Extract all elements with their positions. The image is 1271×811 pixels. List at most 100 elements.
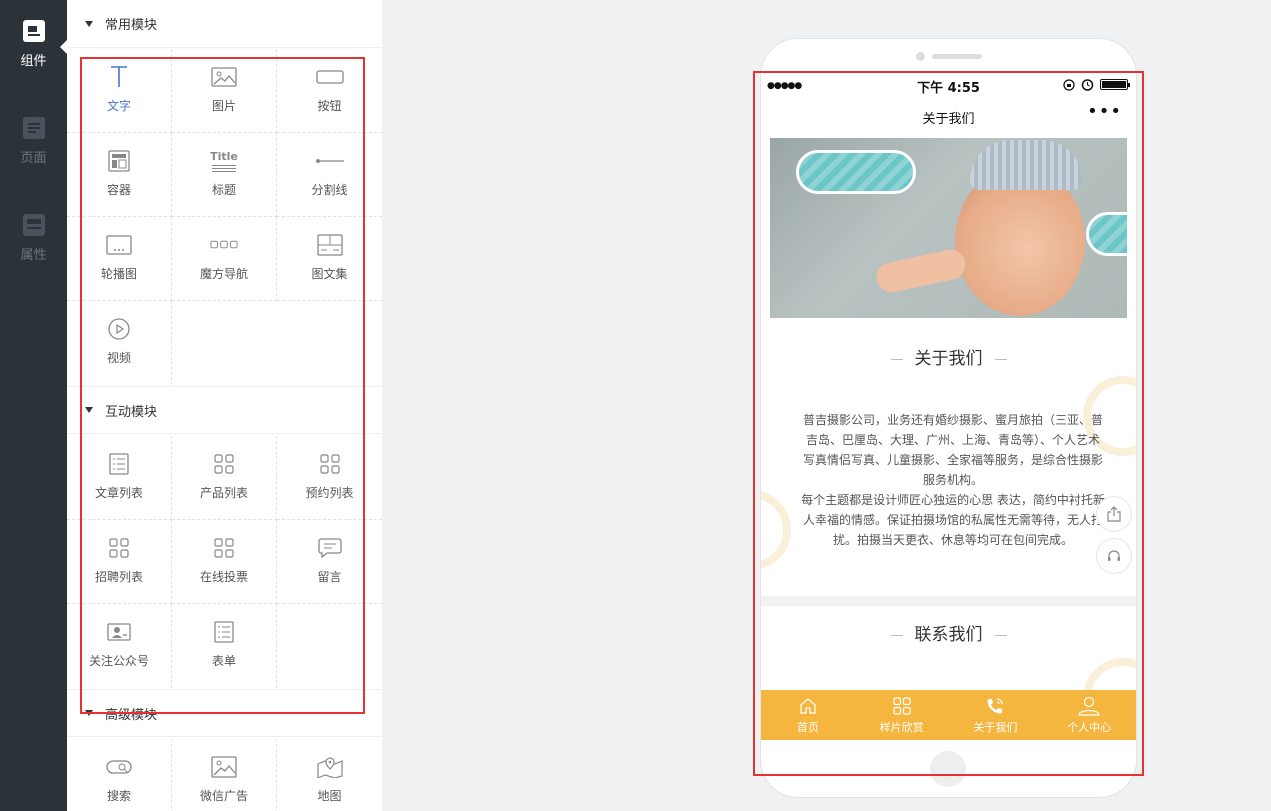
component-product-list[interactable]: 产品列表 — [172, 436, 277, 520]
nav-item-label: 页面 — [20, 151, 47, 166]
more-options-icon[interactable]: ••• — [1087, 101, 1122, 122]
phone-tabbar: 首页 样片欣赏 关于我们 个人中心 — [761, 690, 1136, 740]
nav-item-label: 属性 — [20, 248, 47, 263]
component-label: 视频 — [106, 351, 131, 365]
status-bar: ●●●●● 下午 4:55 — [761, 72, 1136, 98]
component-gallery[interactable]: 图文集 — [277, 217, 382, 301]
active-pointer — [60, 40, 67, 54]
phone-home-button — [930, 751, 966, 787]
component-label: 搜索 — [106, 789, 131, 803]
cloud-decoration — [796, 150, 916, 194]
component-booking-list[interactable]: 预约列表 — [277, 436, 382, 520]
cube-nav-icon — [210, 233, 238, 257]
common-module-grid: 文字 图片 按钮 容器 Title 标题 分割线 轮播图 魔方导航 图文集 视频 — [67, 49, 382, 385]
component-label: 文章列表 — [94, 486, 143, 500]
component-map[interactable]: 地图 — [277, 739, 382, 811]
carousel-icon — [105, 233, 133, 257]
component-text[interactable]: 文字 — [67, 49, 172, 133]
component-message[interactable]: 留言 — [277, 520, 382, 604]
vote-icon — [210, 536, 238, 560]
section-title: 常用模块 — [105, 18, 158, 33]
component-image[interactable]: 图片 — [172, 49, 277, 133]
headset-icon — [1108, 550, 1120, 561]
user-icon — [1078, 696, 1100, 716]
component-title[interactable]: Title 标题 — [172, 133, 277, 217]
component-form[interactable]: 表单 — [172, 604, 277, 688]
tab-label: 首页 — [796, 721, 819, 734]
image-icon — [210, 65, 238, 89]
customer-service-button[interactable] — [1096, 538, 1132, 574]
knit-crown — [970, 140, 1082, 190]
component-icon — [22, 20, 45, 42]
title-icon: Title — [210, 149, 238, 173]
left-nav: 组件 页面 属性 — [0, 0, 67, 811]
map-icon — [316, 755, 344, 779]
form-icon — [210, 620, 238, 644]
battery-icon — [1100, 79, 1130, 90]
nav-item-pages[interactable]: 页面 — [0, 97, 67, 177]
wechat-ad-icon — [210, 755, 238, 779]
message-icon — [316, 536, 344, 560]
component-divider[interactable]: 分割线 — [277, 133, 382, 217]
component-job-list[interactable]: 招聘列表 — [67, 520, 172, 604]
component-follow-account[interactable]: 关注公众号 — [67, 604, 172, 688]
title-icon-text: Title — [210, 149, 238, 163]
tab-samples[interactable]: 样片欣赏 — [855, 690, 949, 740]
section-title: 高级模块 — [105, 707, 158, 723]
nav-item-properties[interactable]: 属性 — [0, 194, 67, 274]
product-list-icon — [210, 452, 238, 476]
component-label: 文字 — [106, 99, 131, 113]
grid-icon — [893, 697, 911, 715]
component-label: 微信广告 — [199, 789, 248, 803]
component-label: 地图 — [317, 789, 342, 803]
text-icon — [105, 65, 133, 89]
collapse-caret-icon — [85, 710, 93, 716]
component-cube-nav[interactable]: 魔方导航 — [172, 217, 277, 301]
component-label: 留言 — [317, 570, 342, 584]
section-title: 互动模块 — [105, 404, 158, 420]
about-block: 关于我们 普吉摄影公司，业务还有婚纱摄影、蜜月旅拍（三亚、普吉岛、巴厘岛、大理、… — [761, 330, 1136, 596]
tab-label: 样片欣赏 — [879, 721, 924, 734]
booking-list-icon — [316, 452, 344, 476]
section-header-common[interactable]: 常用模块 — [67, 0, 382, 48]
phone-screen: ●●●●● 下午 4:55 关于我们 ••• 关于我们 普吉摄影公司，业务还有婚… — [761, 72, 1136, 740]
nav-item-components[interactable]: 组件 — [0, 0, 67, 80]
component-carousel[interactable]: 轮播图 — [67, 217, 172, 301]
component-search[interactable]: 搜索 — [67, 739, 172, 811]
phone-call-icon — [987, 698, 1004, 714]
section-header-advanced[interactable]: 高级模块 — [67, 689, 382, 737]
component-label: 招聘列表 — [94, 570, 143, 584]
orientation-lock-icon — [1063, 78, 1075, 91]
tab-profile[interactable]: 个人中心 — [1042, 690, 1136, 740]
component-vote[interactable]: 在线投票 — [172, 520, 277, 604]
baby-hand — [873, 246, 969, 296]
divider-icon — [315, 149, 344, 173]
banner-image[interactable] — [770, 138, 1127, 318]
advanced-module-grid: 搜索 微信广告 地图 — [67, 739, 382, 811]
phone-navbar: 关于我们 ••• — [761, 98, 1136, 136]
follow-account-icon — [105, 620, 133, 644]
job-list-icon — [105, 536, 133, 560]
share-button[interactable] — [1096, 496, 1132, 532]
component-button[interactable]: 按钮 — [277, 49, 382, 133]
phone-page-title: 关于我们 — [922, 112, 975, 127]
tab-about[interactable]: 关于我们 — [949, 690, 1043, 740]
component-video[interactable]: 视频 — [67, 301, 172, 385]
search-icon — [105, 755, 133, 779]
component-label: 图文集 — [311, 267, 348, 281]
tab-home[interactable]: 首页 — [761, 690, 855, 740]
interactive-module-grid: 文章列表 产品列表 预约列表 招聘列表 在线投票 留言 关注公众号 表单 — [67, 436, 382, 688]
component-label: 轮播图 — [100, 267, 137, 281]
component-wechat-ad[interactable]: 微信广告 — [172, 739, 277, 811]
component-label: 按钮 — [317, 99, 342, 113]
component-article-list[interactable]: 文章列表 — [67, 436, 172, 520]
home-icon — [800, 698, 816, 714]
video-icon — [105, 317, 133, 341]
component-label: 容器 — [106, 183, 131, 197]
section-header-interactive[interactable]: 互动模块 — [67, 386, 382, 434]
about-paragraph-1: 普吉摄影公司，业务还有婚纱摄影、蜜月旅拍（三亚、普吉岛、巴厘岛、大理、广州、上海… — [802, 413, 1103, 487]
component-label: 在线投票 — [199, 570, 248, 584]
article-list-icon — [105, 452, 133, 476]
component-label: 关注公众号 — [88, 654, 149, 668]
component-container[interactable]: 容器 — [67, 133, 172, 217]
